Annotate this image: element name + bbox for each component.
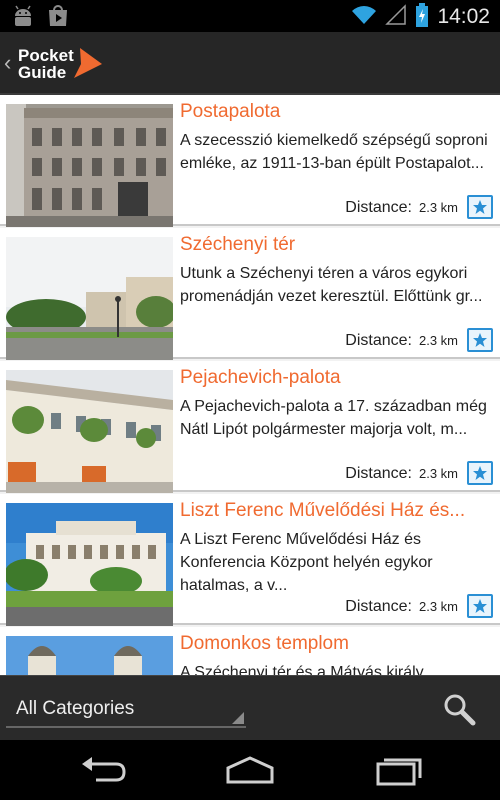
distance-label: Distance: — [345, 465, 412, 482]
play-store-icon — [46, 4, 70, 32]
poi-description: A Széchenyi tér és a Mátyás király — [180, 664, 424, 675]
poi-description: A Liszt Ferenc Művelődési Ház és Konfere… — [180, 531, 433, 594]
back-icon — [82, 757, 126, 782]
poi-thumbnail — [6, 370, 173, 493]
poi-description: A szecesszió kiemelkedő szépségű soproni… — [180, 132, 488, 172]
distance-value: 2.3 km — [418, 200, 458, 215]
home-icon — [226, 756, 274, 784]
list-item[interactable]: Postapalota A szecesszió kiemelkedő szép… — [0, 95, 500, 227]
distance-value: 2.3 km — [418, 599, 458, 614]
recent-apps-icon — [376, 758, 422, 786]
poi-title[interactable]: Pejachevich-palota — [180, 367, 496, 389]
poi-thumbnail — [6, 636, 173, 675]
dropdown-indicator-icon — [232, 712, 244, 724]
favorite-button[interactable] — [467, 461, 493, 485]
distance-value: 2.3 km — [418, 333, 458, 348]
clock-time: 14:02 — [437, 5, 490, 28]
list-item[interactable]: Domonkos templom A Széchenyi tér és a Má… — [0, 627, 500, 675]
poi-distance: Distance: 2.3 km — [345, 598, 458, 616]
poi-distance: Distance: 2.3 km — [345, 465, 458, 483]
poi-thumbnail — [6, 104, 173, 227]
category-selected-label: All Categories — [16, 698, 135, 719]
back-button[interactable] — [76, 754, 128, 786]
search-button[interactable] — [442, 692, 476, 726]
search-icon — [444, 694, 476, 726]
poi-description: Utunk a Széchenyi téren a város egykori … — [180, 265, 483, 305]
poi-thumbnail — [6, 503, 173, 626]
favorite-button[interactable] — [467, 328, 493, 352]
category-dropdown[interactable]: All Categories — [6, 690, 246, 728]
battery-charging-icon — [415, 3, 429, 31]
distance-label: Distance: — [345, 332, 412, 349]
logo-line-1: Pocket — [18, 46, 74, 65]
poi-description: A Pejachevich-palota a 17. században még… — [180, 398, 487, 438]
filter-bar: All Categories — [0, 675, 500, 740]
star-icon — [473, 599, 487, 613]
poi-title[interactable]: Liszt Ferenc Művelődési Ház és... — [180, 500, 496, 522]
favorite-button[interactable] — [467, 594, 493, 618]
recent-apps-button[interactable] — [372, 754, 424, 786]
system-nav-bar — [0, 740, 500, 800]
logo-arrow-icon — [74, 48, 102, 78]
poi-distance: Distance: 2.3 km — [345, 199, 458, 217]
signal-icon — [385, 4, 407, 30]
app-logo[interactable]: Pocket Guide — [18, 44, 108, 84]
poi-distance: Distance: 2.3 km — [345, 332, 458, 350]
poi-list[interactable]: Postapalota A szecesszió kiemelkedő szép… — [0, 95, 500, 675]
home-button[interactable] — [224, 754, 276, 786]
logo-line-2: Guide — [18, 63, 67, 82]
status-bar: 14:02 — [0, 0, 500, 32]
poi-thumbnail — [6, 237, 173, 360]
favorite-button[interactable] — [467, 195, 493, 219]
distance-value: 2.3 km — [418, 466, 458, 481]
poi-title[interactable]: Postapalota — [180, 101, 496, 123]
star-icon — [473, 466, 487, 480]
list-item[interactable]: Liszt Ferenc Művelődési Ház és... A Lisz… — [0, 494, 500, 626]
wifi-icon — [351, 4, 377, 30]
android-notification-icon — [10, 4, 36, 32]
list-item[interactable]: Széchenyi tér Utunk a Széchenyi téren a … — [0, 228, 500, 360]
distance-label: Distance: — [345, 199, 412, 216]
action-bar: ‹ Pocket Guide — [0, 32, 500, 95]
list-item[interactable]: Pejachevich-palota A Pejachevich-palota … — [0, 361, 500, 493]
up-chevron-icon[interactable]: ‹ — [4, 50, 11, 76]
distance-label: Distance: — [345, 598, 412, 615]
star-icon — [473, 200, 487, 214]
poi-title[interactable]: Széchenyi tér — [180, 234, 496, 256]
poi-title[interactable]: Domonkos templom — [180, 633, 496, 655]
star-icon — [473, 333, 487, 347]
